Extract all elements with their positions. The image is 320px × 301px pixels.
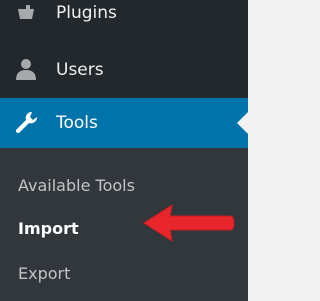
admin-sidebar: Plugins Users Tools Available Tools Impo… xyxy=(0,0,248,301)
submenu-item-export[interactable]: Export xyxy=(18,264,70,283)
sidebar-item-plugins[interactable]: Plugins xyxy=(0,0,248,38)
submenu-item-available-tools[interactable]: Available Tools xyxy=(18,176,135,195)
plugin-icon xyxy=(12,0,40,27)
sidebar-item-label: Tools xyxy=(56,113,98,133)
sidebar-item-label: Users xyxy=(56,60,104,80)
active-caret-icon xyxy=(237,112,248,134)
red-arrow-icon xyxy=(143,203,235,243)
sidebar-item-users[interactable]: Users xyxy=(0,45,248,95)
users-icon xyxy=(12,56,40,84)
sidebar-item-tools[interactable]: Tools xyxy=(0,98,248,148)
sidebar-item-label: Plugins xyxy=(56,3,117,23)
wrench-icon xyxy=(12,109,40,137)
submenu-item-import[interactable]: Import xyxy=(18,219,79,238)
